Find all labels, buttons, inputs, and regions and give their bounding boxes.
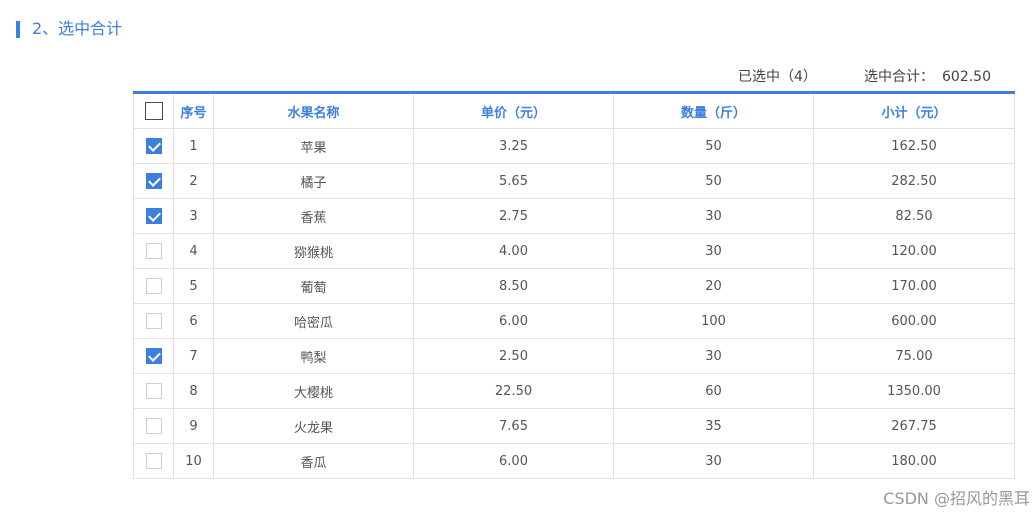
cell-qty: 50 (613, 128, 814, 164)
table-row: 10 香瓜 6.00 30 180.00 (133, 443, 1015, 479)
row-checkbox[interactable] (145, 383, 162, 399)
row-select-cell[interactable] (133, 163, 174, 199)
row-select-cell[interactable] (133, 198, 174, 234)
row-checkbox[interactable] (145, 453, 162, 469)
cell-price: 8.50 (413, 268, 614, 304)
cell-index: 6 (173, 303, 214, 339)
cell-qty: 30 (613, 198, 814, 234)
cell-qty: 30 (613, 233, 814, 269)
cell-subtotal: 180.00 (813, 443, 1015, 479)
row-select-cell[interactable] (133, 128, 174, 164)
selected-count: 已选中（4） (738, 69, 817, 85)
cell-price: 2.75 (413, 198, 614, 234)
row-select-cell[interactable] (133, 268, 174, 304)
table-row: 4 猕猴桃 4.00 30 120.00 (133, 233, 1015, 269)
row-checkbox[interactable] (145, 138, 162, 154)
cell-price: 2.50 (413, 338, 614, 374)
row-select-cell[interactable] (133, 443, 174, 479)
row-select-cell[interactable] (133, 233, 174, 269)
cell-subtotal: 282.50 (813, 163, 1015, 199)
table-row: 5 葡萄 8.50 20 170.00 (133, 268, 1015, 304)
table-row: 1 苹果 3.25 50 162.50 (133, 128, 1015, 164)
table-row: 3 香蕉 2.75 30 82.50 (133, 198, 1015, 234)
cell-price: 6.00 (413, 443, 614, 479)
table-row: 2 橘子 5.65 50 282.50 (133, 163, 1015, 199)
cell-subtotal: 162.50 (813, 128, 1015, 164)
header-index: 序号 (173, 92, 214, 129)
table-row: 9 火龙果 7.65 35 267.75 (133, 408, 1015, 444)
cell-qty: 60 (613, 373, 814, 409)
table-row: 8 大樱桃 22.50 60 1350.00 (133, 373, 1015, 409)
cell-name: 葡萄 (213, 268, 414, 304)
row-select-cell[interactable] (133, 373, 174, 409)
cell-name: 鸭梨 (213, 338, 414, 374)
selected-total-value: 602.50 (942, 69, 991, 85)
cell-qty: 20 (613, 268, 814, 304)
cell-name: 苹果 (213, 128, 414, 164)
table-body: 1 苹果 3.25 50 162.50 2 橘子 5.65 50 282.50 3 香蕉 2.75 30 8… (133, 128, 1015, 479)
header-qty: 数量（斤） (613, 92, 814, 129)
cell-qty: 100 (613, 303, 814, 339)
table-row: 7 鸭梨 2.50 30 75.00 (133, 338, 1015, 374)
cell-subtotal: 120.00 (813, 233, 1015, 269)
cell-qty: 50 (613, 163, 814, 199)
cell-name: 香蕉 (213, 198, 414, 234)
cell-index: 4 (173, 233, 214, 269)
row-checkbox[interactable] (145, 348, 162, 364)
cell-qty: 30 (613, 443, 814, 479)
cell-qty: 35 (613, 408, 814, 444)
cell-subtotal: 1350.00 (813, 373, 1015, 409)
row-checkbox[interactable] (145, 243, 162, 259)
section-title: 2、选中合计 (16, 19, 122, 39)
cell-subtotal: 600.00 (813, 303, 1015, 339)
fruit-table: 序号 水果名称 单价（元） 数量（斤） 小计（元） 1 苹果 3.25 50 162.5… (133, 91, 1015, 479)
row-select-cell[interactable] (133, 338, 174, 374)
cell-price: 6.00 (413, 303, 614, 339)
cell-index: 7 (173, 338, 214, 374)
cell-qty: 30 (613, 338, 814, 374)
cell-index: 3 (173, 198, 214, 234)
cell-subtotal: 82.50 (813, 198, 1015, 234)
watermark: CSDN @招风的黑耳 (883, 489, 1030, 508)
selected-total: 选中合计： 602.50 (864, 66, 991, 86)
cell-price: 5.65 (413, 163, 614, 199)
table-header-row: 序号 水果名称 单价（元） 数量（斤） 小计（元） (133, 92, 1015, 129)
row-select-cell[interactable] (133, 303, 174, 339)
cell-name: 大樱桃 (213, 373, 414, 409)
cell-name: 猕猴桃 (213, 233, 414, 269)
header-name: 水果名称 (213, 92, 414, 129)
row-select-cell[interactable] (133, 408, 174, 444)
cell-index: 5 (173, 268, 214, 304)
cell-price: 4.00 (413, 233, 614, 269)
cell-index: 1 (173, 128, 214, 164)
cell-subtotal: 267.75 (813, 408, 1015, 444)
cell-index: 2 (173, 163, 214, 199)
cell-price: 7.65 (413, 408, 614, 444)
row-checkbox[interactable] (145, 173, 162, 189)
cell-name: 香瓜 (213, 443, 414, 479)
section-title-text: 2、选中合计 (32, 19, 123, 38)
select-all-cell[interactable] (133, 92, 174, 129)
selected-total-label: 选中合计： (864, 69, 934, 85)
cell-name: 橘子 (213, 163, 414, 199)
row-checkbox[interactable] (145, 418, 162, 434)
cell-name: 哈密瓜 (213, 303, 414, 339)
cell-index: 10 (173, 443, 214, 479)
cell-price: 3.25 (413, 128, 614, 164)
cell-price: 22.50 (413, 373, 614, 409)
header-subtotal: 小计（元） (813, 92, 1015, 129)
cell-index: 9 (173, 408, 214, 444)
header-price: 单价（元） (413, 92, 614, 129)
row-checkbox[interactable] (145, 208, 162, 224)
select-all-checkbox[interactable] (144, 102, 163, 120)
row-checkbox[interactable] (145, 278, 162, 294)
table-row: 6 哈密瓜 6.00 100 600.00 (133, 303, 1015, 339)
cell-subtotal: 170.00 (813, 268, 1015, 304)
section-accent-bar (16, 20, 20, 38)
cell-index: 8 (173, 373, 214, 409)
cell-name: 火龙果 (213, 408, 414, 444)
selection-summary: 已选中（4） 选中合计： 602.50 (700, 66, 1000, 86)
row-checkbox[interactable] (145, 313, 162, 329)
cell-subtotal: 75.00 (813, 338, 1015, 374)
